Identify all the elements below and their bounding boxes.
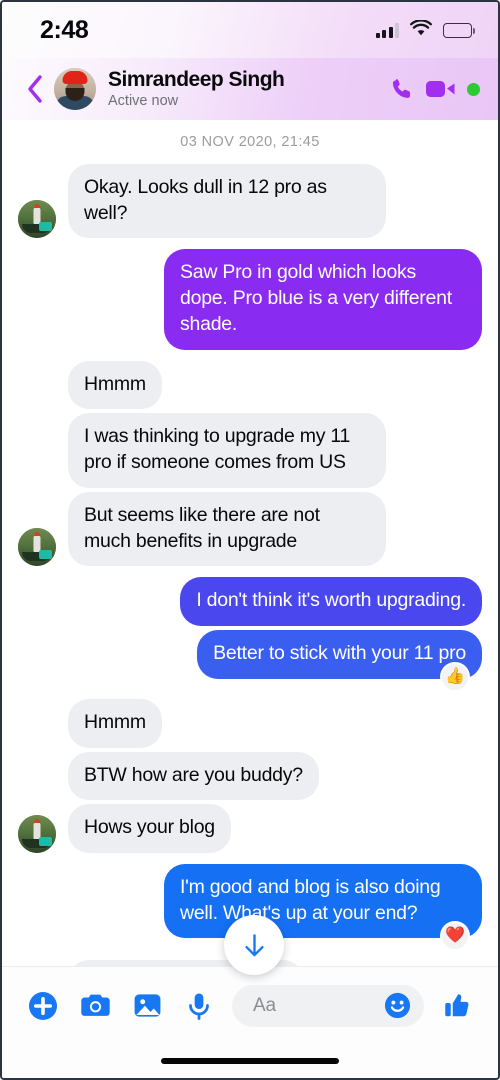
message-bubble-outgoing[interactable]: Saw Pro in gold which looks dope. Pro bl…	[164, 249, 482, 350]
online-status-dot	[467, 82, 480, 96]
sender-avatar[interactable]	[18, 200, 56, 239]
plus-circle-icon[interactable]	[17, 980, 69, 1032]
message-with-reaction: Better to stick with your 11 pro 👍	[197, 630, 482, 692]
message-with-reaction: I'm good and blog is also doing well. Wh…	[164, 864, 482, 952]
message-row: But seems like there are not much benefi…	[18, 491, 482, 567]
message-list[interactable]: 03 NOV 2020, 21:45 Okay. Looks dull in 1…	[2, 120, 498, 966]
message-row: Saw Pro in gold which looks dope. Pro bl…	[18, 249, 482, 350]
thumbs-up-reaction-badge[interactable]: 👍	[440, 661, 470, 692]
contact-avatar[interactable]	[54, 68, 96, 110]
avatar-slot	[18, 528, 60, 567]
message-bubble-incoming[interactable]: Okay. Looks dull in 12 pro as well?	[68, 164, 386, 239]
header-actions	[389, 76, 480, 103]
sender-avatar[interactable]	[18, 815, 56, 854]
battery-icon	[443, 22, 475, 38]
home-indicator-area	[2, 1044, 498, 1078]
message-row: Hmmm	[18, 360, 482, 410]
home-indicator-bar[interactable]	[161, 1058, 339, 1064]
status-bar-icons	[375, 18, 475, 41]
message-bubble-incoming[interactable]: BTW how are you buddy?	[68, 751, 319, 801]
image-gallery-icon[interactable]	[121, 980, 173, 1032]
message-bubble-incoming[interactable]: I was thinking to upgrade my 11 pro if s…	[68, 413, 386, 488]
phone-call-icon[interactable]	[389, 76, 416, 103]
message-row: I was thinking to upgrade my 11 pro if s…	[18, 413, 482, 488]
message-row: Hmmm	[18, 698, 482, 748]
message-bubble-incoming[interactable]: Hmmm	[68, 360, 162, 410]
message-row: Hows your blog	[18, 804, 482, 854]
chat-header: Simrandeep Singh Active now	[2, 58, 498, 120]
message-input-field[interactable]: Aa	[232, 984, 424, 1027]
back-button[interactable]	[16, 69, 54, 109]
header-contact-info[interactable]: Simrandeep Singh Active now	[108, 68, 389, 111]
message-bubble-outgoing[interactable]: I'm good and blog is also doing well. Wh…	[164, 864, 482, 939]
message-composer: Aa	[2, 966, 498, 1044]
message-row: BTW how are you buddy?	[18, 751, 482, 801]
camera-icon[interactable]	[69, 980, 121, 1032]
microphone-icon[interactable]	[173, 980, 225, 1032]
avatar-slot	[18, 200, 60, 239]
date-separator: 03 NOV 2020, 21:45	[180, 134, 320, 150]
thumbs-up-icon[interactable]	[431, 980, 483, 1032]
message-row: Better to stick with your 11 pro 👍	[18, 630, 482, 692]
smiley-face-icon[interactable]	[382, 991, 412, 1021]
video-camera-icon[interactable]	[425, 77, 457, 101]
contact-presence-status: Active now	[108, 93, 179, 110]
scroll-to-bottom-button[interactable]	[224, 915, 284, 975]
status-bar: 2:48	[2, 2, 498, 58]
messenger-app-window: 2:48 Simrandeep Singh Active now 03 NOV …	[0, 0, 500, 1080]
arrow-down-icon	[244, 933, 264, 956]
heart-reaction-badge[interactable]: ❤️	[440, 921, 470, 952]
message-bubble-incoming[interactable]: But seems like there are not much benefi…	[68, 491, 386, 567]
message-bubble-outgoing[interactable]: I don't think it's worth upgrading.	[180, 577, 482, 627]
message-row: Okay. Looks dull in 12 pro as well?	[18, 164, 482, 239]
message-row: I don't think it's worth upgrading.	[18, 577, 482, 627]
signal-bars-icon	[375, 22, 399, 38]
wifi-icon	[410, 18, 432, 41]
message-bubble-incoming[interactable]: Hmmm	[68, 698, 162, 748]
status-bar-clock: 2:48	[40, 15, 89, 44]
contact-name: Simrandeep Singh	[108, 67, 285, 91]
sender-avatar[interactable]	[18, 528, 56, 567]
message-input-placeholder: Aa	[253, 994, 276, 1016]
avatar-slot	[18, 815, 60, 854]
message-bubble-incoming[interactable]: Hows your blog	[68, 804, 231, 854]
message-bubble-outgoing[interactable]: Better to stick with your 11 pro	[197, 630, 482, 679]
